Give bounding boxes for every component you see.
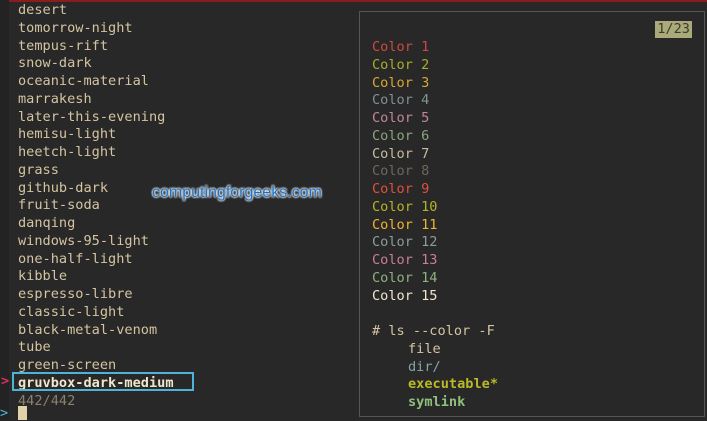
theme-item[interactable]: one-half-light xyxy=(18,251,174,269)
theme-item[interactable]: later-this-evening xyxy=(18,109,174,127)
theme-item[interactable]: classic-light xyxy=(18,304,174,322)
ls-entry: dir/ xyxy=(408,358,441,375)
cursor[interactable] xyxy=(18,406,27,420)
selected-theme-highlight xyxy=(12,372,194,391)
theme-item[interactable]: espresso-libre xyxy=(18,286,174,304)
theme-item[interactable]: marrakesh xyxy=(18,91,174,109)
theme-item[interactable]: github-dark xyxy=(18,180,174,198)
color-sample: Color 9 xyxy=(372,181,430,197)
color-sample: Color 11 xyxy=(372,216,438,233)
preview-pane: 1/23 Color 1 Color 2 Color 3 Color 4 Color 5… xyxy=(359,11,705,417)
color-sample: Color 10 xyxy=(372,198,438,215)
theme-item[interactable]: tomorrow-night xyxy=(18,20,174,38)
theme-item[interactable]: windows-95-light xyxy=(18,233,174,251)
color-sample: Color 2 xyxy=(372,56,430,73)
ls-entry: symlink xyxy=(408,394,466,410)
pointer-icon: > xyxy=(1,373,10,389)
prompt-icon: > xyxy=(0,405,9,421)
ls-entry: executable* xyxy=(408,376,499,393)
theme-item[interactable]: grass xyxy=(18,162,174,180)
color-sample: Color 4 xyxy=(372,92,430,109)
color-sample: Color 7 xyxy=(372,145,430,162)
theme-item[interactable]: black-metal-venom xyxy=(18,322,174,340)
theme-item[interactable]: snow-dark xyxy=(18,55,174,73)
gutter xyxy=(0,0,9,420)
color-sample: Color 13 xyxy=(372,252,438,268)
theme-item[interactable]: tempus-rift xyxy=(18,38,174,56)
color-sample: Color 6 xyxy=(372,127,430,144)
theme-item[interactable]: tube xyxy=(18,339,174,357)
color-sample: Color 15 xyxy=(372,287,438,304)
theme-item[interactable]: kibble xyxy=(18,268,174,286)
theme-item[interactable]: heetch-light xyxy=(18,144,174,162)
theme-item[interactable]: oceanic-material xyxy=(18,73,174,91)
ls-command: # ls --color -F xyxy=(372,323,495,339)
color-sample: Color 8 xyxy=(372,163,430,180)
color-sample: Color 3 xyxy=(372,74,430,91)
color-sample: Color 5 xyxy=(372,110,430,126)
color-sample: Color 1 xyxy=(372,39,430,55)
match-count: 442/442 xyxy=(18,392,76,409)
preview-position: 1/23 xyxy=(655,21,692,38)
color-sample: Color 12 xyxy=(372,234,438,251)
theme-item[interactable]: danqing xyxy=(18,215,174,233)
theme-item[interactable]: hemisu-light xyxy=(18,126,174,144)
theme-item[interactable]: desert xyxy=(18,2,174,20)
theme-item[interactable]: fruit-soda xyxy=(18,197,174,215)
watermark: computingforgeeks.com xyxy=(152,184,322,201)
theme-list[interactable]: desert tomorrow-night tempus-rift snow-dark… xyxy=(18,2,174,410)
color-sample: Color 14 xyxy=(372,269,438,286)
ls-entry: file xyxy=(408,340,441,357)
